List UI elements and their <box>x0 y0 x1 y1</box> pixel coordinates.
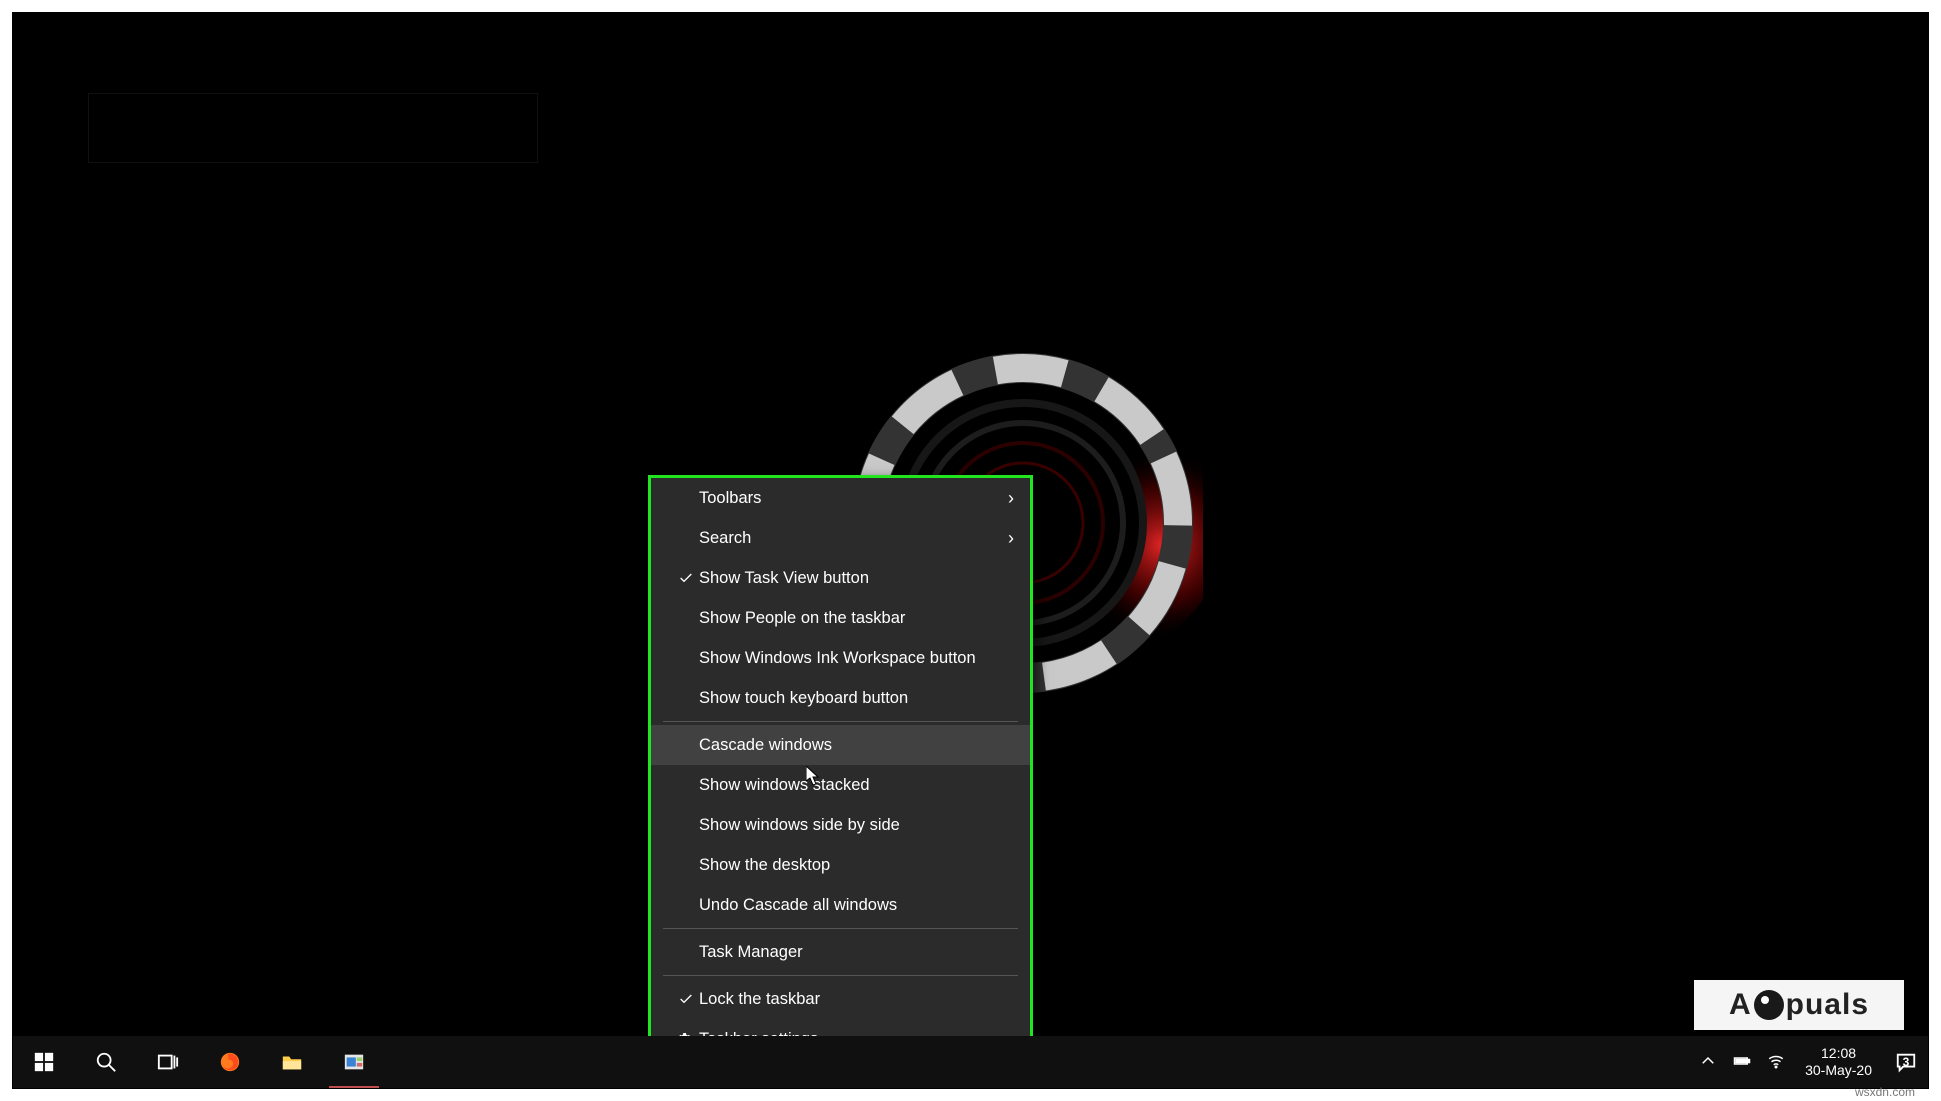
menu-item-show-desktop[interactable]: Show the desktop <box>651 845 1030 885</box>
tray-wifi-icon[interactable] <box>1767 1052 1785 1073</box>
menu-separator <box>663 975 1018 976</box>
menu-item-windows-side-by-side[interactable]: Show windows side by side <box>651 805 1030 845</box>
taskbar-spacer <box>385 1036 1691 1088</box>
menu-label: Cascade windows <box>699 736 1014 755</box>
menu-item-lock-taskbar[interactable]: Lock the taskbar <box>651 979 1030 1019</box>
taskbar-clock[interactable]: 12:08 30-May-20 <box>1793 1036 1884 1088</box>
taskbar-context-menu: Toolbars › Search › Show Task View butto… <box>648 475 1033 1062</box>
menu-item-cascade-windows[interactable]: Cascade windows <box>651 725 1030 765</box>
menu-item-show-touch-keyboard[interactable]: Show touch keyboard button <box>651 678 1030 718</box>
tray-battery-icon[interactable] <box>1733 1052 1751 1073</box>
taskbar[interactable]: 12:08 30-May-20 3 <box>13 1036 1928 1088</box>
watermark-text-right: puals <box>1786 988 1869 1022</box>
menu-item-toolbars[interactable]: Toolbars › <box>651 478 1030 518</box>
action-center-button[interactable]: 3 <box>1884 1036 1928 1088</box>
menu-label: Undo Cascade all windows <box>699 896 1014 915</box>
notification-count: 3 <box>1903 1055 1910 1069</box>
empty-window-outline <box>88 93 538 163</box>
menu-label: Show the desktop <box>699 856 1014 875</box>
menu-separator <box>663 928 1018 929</box>
start-button[interactable] <box>13 1036 75 1088</box>
menu-label: Show windows side by side <box>699 816 1014 835</box>
menu-label: Show People on the taskbar <box>699 609 1014 628</box>
menu-item-show-ink-workspace[interactable]: Show Windows Ink Workspace button <box>651 638 1030 678</box>
menu-separator <box>663 721 1018 722</box>
menu-item-show-task-view[interactable]: Show Task View button <box>651 558 1030 598</box>
menu-label: Show Windows Ink Workspace button <box>699 649 1014 668</box>
search-button[interactable] <box>75 1036 137 1088</box>
task-view-button[interactable] <box>137 1036 199 1088</box>
chevron-right-icon: › <box>1008 528 1014 549</box>
check-icon <box>673 991 699 1007</box>
watermark-logo: A puals <box>1694 980 1904 1030</box>
menu-label: Task Manager <box>699 943 1014 962</box>
system-tray[interactable] <box>1691 1036 1793 1088</box>
check-icon <box>673 570 699 586</box>
clock-time: 12:08 <box>1821 1045 1856 1062</box>
tray-chevron-up-icon[interactable] <box>1699 1052 1717 1073</box>
clock-date: 30-May-20 <box>1805 1062 1872 1079</box>
taskbar-app-firefox[interactable] <box>199 1036 261 1088</box>
menu-label: Show Task View button <box>699 569 1014 588</box>
menu-item-search[interactable]: Search › <box>651 518 1030 558</box>
menu-label: Lock the taskbar <box>699 990 1014 1009</box>
watermark-ball-icon <box>1754 990 1784 1020</box>
watermark-text-left: A <box>1729 988 1752 1022</box>
menu-item-undo-cascade[interactable]: Undo Cascade all windows <box>651 885 1030 925</box>
taskbar-app-file-explorer[interactable] <box>261 1036 323 1088</box>
menu-label: Show windows stacked <box>699 776 1014 795</box>
taskbar-app-active[interactable] <box>323 1036 385 1088</box>
menu-item-show-people[interactable]: Show People on the taskbar <box>651 598 1030 638</box>
menu-label: Search <box>699 529 1008 548</box>
chevron-right-icon: › <box>1008 488 1014 509</box>
image-attribution: wsxdn.com <box>1855 1085 1915 1099</box>
menu-label: Show touch keyboard button <box>699 689 1014 708</box>
menu-label: Toolbars <box>699 489 1008 508</box>
menu-item-task-manager[interactable]: Task Manager <box>651 932 1030 972</box>
menu-item-windows-stacked[interactable]: Show windows stacked <box>651 765 1030 805</box>
